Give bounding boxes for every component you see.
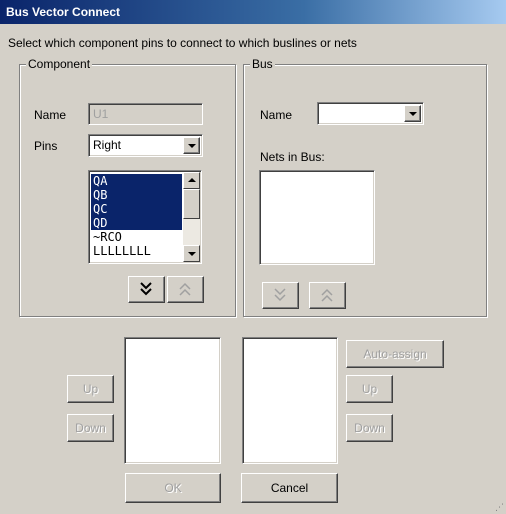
scroll-down-button[interactable] — [183, 245, 200, 262]
cancel-button[interactable]: Cancel — [241, 473, 338, 503]
chevron-down-icon — [188, 144, 196, 148]
pin-listbox[interactable]: QA QB QC QD ~RCO LLLLLLLL — [88, 170, 202, 264]
resize-grip-icon[interactable]: ⋰ — [495, 503, 504, 512]
pin-list: QA QB QC QD ~RCO LLLLLLLL — [91, 174, 182, 258]
cancel-button-label: Cancel — [270, 481, 309, 495]
component-name-value: U1 — [93, 107, 109, 121]
pin-list-item-qa[interactable]: QA — [91, 174, 182, 188]
scroll-up-arrow-icon — [188, 178, 196, 182]
component-name-field[interactable]: U1 — [88, 103, 203, 125]
nets-in-bus-listbox[interactable] — [259, 170, 375, 265]
nets-in-bus-label: Nets in Bus: — [260, 150, 325, 164]
right-up-button[interactable]: Up — [346, 375, 393, 403]
pin-list-item-qc[interactable]: QC — [91, 202, 182, 216]
scroll-up-button[interactable] — [183, 172, 200, 189]
double-chevron-up-icon — [321, 288, 333, 302]
double-chevron-down-icon — [140, 282, 152, 296]
pins-label: Pins — [34, 139, 58, 153]
left-down-button[interactable]: Down — [67, 414, 114, 442]
double-chevron-down-icon — [274, 288, 286, 302]
assigned-pins-listbox[interactable] — [124, 337, 221, 464]
pins-dropdown[interactable]: Right — [88, 134, 203, 157]
pin-list-scrollbar[interactable] — [183, 172, 200, 262]
instruction-text: Select which component pins to connect t… — [8, 36, 357, 50]
auto-assign-button-label: Auto-assign — [363, 347, 427, 361]
ok-button[interactable]: OK — [125, 473, 221, 503]
chevron-down-icon — [409, 112, 417, 116]
scroll-thumb[interactable] — [183, 189, 200, 219]
pin-list-item-qb[interactable]: QB — [91, 188, 182, 202]
pins-dropdown-arrow[interactable] — [183, 137, 200, 154]
component-name-label: Name — [34, 108, 67, 122]
ok-button-label: OK — [164, 481, 182, 495]
bus-move-up-button[interactable] — [309, 282, 346, 309]
component-move-up-button[interactable] — [167, 276, 204, 303]
double-chevron-up-icon — [179, 282, 191, 296]
component-move-down-button[interactable] — [128, 276, 165, 303]
left-up-button-label: Up — [82, 382, 99, 396]
bus-name-dropdown[interactable] — [317, 102, 424, 125]
bus-name-label: Name — [260, 108, 293, 122]
scroll-down-arrow-icon — [188, 252, 196, 256]
right-up-button-label: Up — [361, 382, 378, 396]
window-title-bar[interactable]: Bus Vector Connect — [0, 0, 506, 24]
bus-group-label: Bus — [250, 57, 275, 71]
assigned-nets-listbox[interactable] — [242, 337, 338, 464]
left-down-button-label: Down — [75, 421, 106, 435]
pin-list-item-qd[interactable]: QD — [91, 216, 182, 230]
pin-list-item-next[interactable]: LLLLLLLL — [91, 244, 182, 258]
right-down-button[interactable]: Down — [346, 414, 393, 442]
pins-dropdown-value: Right — [93, 138, 122, 152]
bus-move-down-button[interactable] — [262, 282, 299, 309]
right-down-button-label: Down — [354, 421, 385, 435]
auto-assign-button[interactable]: Auto-assign — [346, 340, 444, 368]
left-up-button[interactable]: Up — [67, 375, 114, 403]
window-title: Bus Vector Connect — [6, 5, 121, 19]
pin-list-item-rco[interactable]: ~RCO — [91, 230, 182, 244]
component-group-label: Component — [26, 57, 93, 71]
bus-name-dropdown-arrow[interactable] — [404, 105, 421, 122]
